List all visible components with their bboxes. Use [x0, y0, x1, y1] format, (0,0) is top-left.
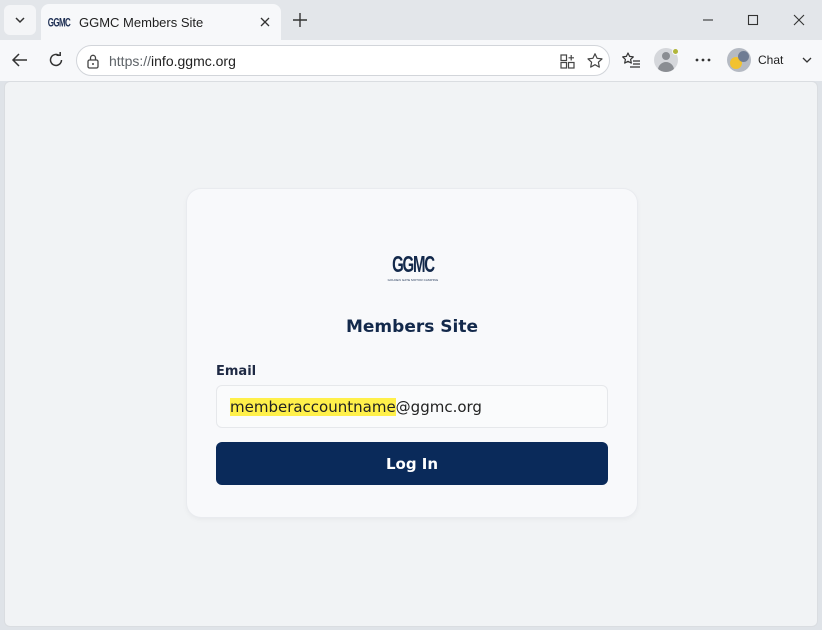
close-icon [260, 17, 270, 27]
url-text[interactable]: https://info.ggmc.org [109, 53, 236, 69]
avatar-body [658, 62, 674, 72]
tab-actions-button[interactable] [4, 5, 36, 35]
site-favicon-icon: GGMC [47, 15, 71, 29]
app-available-button[interactable] [557, 51, 577, 71]
browser-tab[interactable]: GGMC GGMC Members Site [41, 4, 281, 40]
lock-icon[interactable] [86, 53, 100, 69]
page-title: Members Site [345, 317, 478, 337]
new-tab-button[interactable] [288, 8, 312, 32]
window-close-button[interactable] [785, 6, 813, 34]
address-bar[interactable]: https://info.ggmc.org [76, 45, 610, 76]
refresh-button[interactable] [41, 45, 71, 75]
copilot-icon [727, 48, 751, 72]
minimize-button[interactable] [694, 6, 722, 34]
login-card: GGMC GOLDEN GATE MOTOR CAMPING Members S… [187, 189, 637, 517]
email-input[interactable]: memberaccountname@ggmc.org [216, 385, 608, 428]
back-button[interactable] [5, 45, 35, 75]
star-icon [587, 53, 603, 68]
tab-close-button[interactable] [257, 14, 273, 30]
favorites-button[interactable] [616, 45, 646, 75]
refresh-icon [49, 52, 63, 67]
settings-more-button[interactable] [688, 45, 718, 75]
maximize-button[interactable] [739, 6, 767, 34]
title-bar: GGMC GGMC Members Site [0, 0, 822, 40]
email-domain-part: @ggmc.org [395, 398, 482, 416]
email-highlighted-part: memberaccountname [230, 398, 396, 416]
ggmc-logo: GGMC GOLDEN GATE MOTOR CAMPING [387, 252, 439, 282]
minimize-icon [703, 19, 713, 21]
tab-title: GGMC Members Site [79, 14, 204, 30]
more-horizontal-icon [695, 58, 711, 62]
email-label: Email [216, 364, 257, 379]
plus-icon [293, 13, 307, 27]
chevron-down-icon [15, 17, 25, 24]
add-favorite-button[interactable] [585, 51, 605, 71]
maximize-icon [747, 14, 759, 26]
chevron-down-icon[interactable] [801, 54, 813, 66]
close-icon [793, 14, 805, 26]
apps-icon [559, 53, 575, 69]
log-in-button[interactable]: Log In [216, 442, 608, 485]
avatar-head [662, 52, 670, 60]
copilot-chat-button[interactable]: Chat [727, 46, 813, 74]
page-viewport: GGMC GOLDEN GATE MOTOR CAMPING Members S… [4, 81, 818, 627]
arrow-left-icon [11, 53, 27, 67]
profile-status-dot [672, 48, 679, 55]
favorites-list-icon [622, 52, 640, 68]
email-value: memberaccountname@ggmc.org [230, 398, 482, 416]
browser-toolbar: https://info.ggmc.org Chat [0, 40, 822, 81]
